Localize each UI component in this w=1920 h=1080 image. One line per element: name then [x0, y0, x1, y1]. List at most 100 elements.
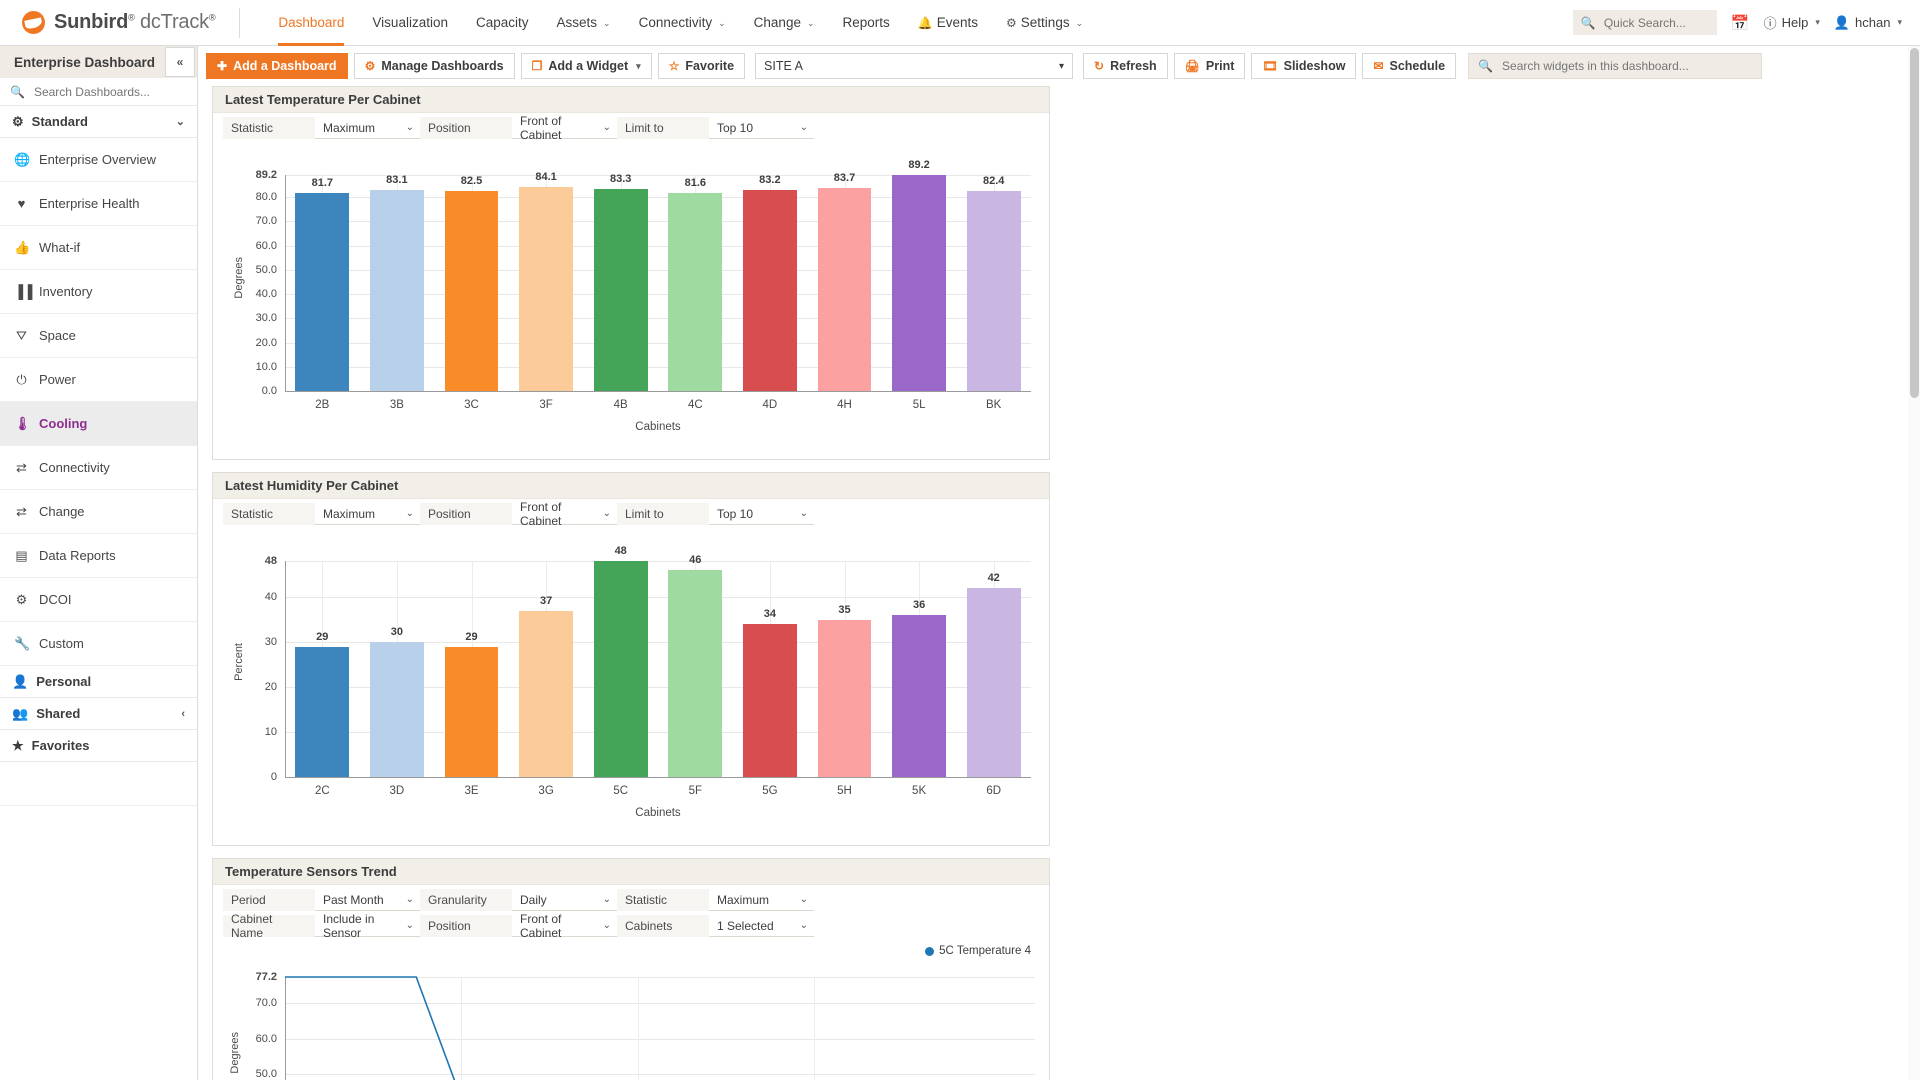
sidebar-group-shared[interactable]: 👥 Shared ‹ [0, 698, 197, 730]
x-axis-tick: 3B [389, 399, 404, 411]
heartbeat-icon: ♥ [17, 196, 26, 211]
filter-label-cabinets: Cabinets [617, 915, 709, 937]
nav-item-dashboard[interactable]: Dashboard [264, 0, 358, 46]
filter-select-limit-to[interactable]: Top 10 ⌄ [709, 117, 814, 139]
bar-5g[interactable] [743, 624, 797, 777]
bar-value-label: 84.1 [535, 171, 557, 184]
scrollbar-thumb[interactable] [1910, 48, 1919, 398]
brand-separator [239, 7, 241, 38]
sidebar-collapse-button[interactable]: « [165, 47, 195, 77]
chart-latest-temperature-per-cabinet[interactable]: Degrees 89.2 80.0 70.0 60.0 50.0 40.0 30.0 20.0 1… [213, 145, 1049, 459]
sidebar-item-cooling[interactable]: 🌡 Cooling [0, 402, 197, 446]
favorite-button[interactable]: ☆ Favorite [657, 53, 746, 79]
add-widget-button[interactable]: ❐ Add a Widget ▾ [520, 53, 652, 79]
nav-item-settings[interactable]: ⚙ Settings ⌄ [992, 0, 1097, 46]
sidebar-item-power[interactable]: ⏻ Power [0, 358, 197, 402]
bar-3d[interactable] [370, 642, 424, 777]
search-dashboards-input[interactable] [31, 83, 172, 100]
bar-bk[interactable] [966, 191, 1021, 391]
vertical-scrollbar[interactable] [1908, 46, 1920, 1080]
sidebar-group-favorites[interactable]: ★ Favorites [0, 730, 197, 762]
help-menu[interactable]: ⓘ Help ▾ [1764, 13, 1820, 32]
bar-5f[interactable] [668, 570, 723, 777]
chart-temperature-sensors-trend[interactable]: 5C Temperature 4Degrees77.270.060.050.04… [213, 943, 1049, 1080]
sidebar-group-personal[interactable]: 👤 Personal [0, 666, 197, 698]
sidebar-item-what-if[interactable]: 👍 What-if [0, 226, 197, 270]
bar-5k[interactable] [892, 615, 946, 777]
sidebar-search-box[interactable]: 🔍 [0, 78, 197, 106]
filter-select-position[interactable]: Front of Cabinet ⌄ [512, 500, 617, 528]
slideshow-button[interactable]: 🎞 Slideshow [1251, 53, 1357, 79]
sidebar-item-label: Cooling [39, 416, 88, 431]
filter-select-cabinet-name[interactable]: Include in Sensor ⌄ [315, 912, 420, 940]
bar-4b[interactable] [593, 189, 648, 391]
nav-item-label: Reports [842, 14, 890, 30]
y-axis-tick: 10 [264, 726, 277, 738]
print-button[interactable]: 🖨 Print [1173, 53, 1246, 79]
bar-3e[interactable] [444, 646, 499, 777]
sidebar-item-space[interactable]: ⛛ Space [0, 314, 197, 358]
filter-select-statistic[interactable]: Maximum ⌄ [315, 503, 420, 525]
quick-search-input[interactable] [1601, 14, 1712, 31]
bar-4d[interactable] [743, 189, 797, 391]
filter-select-limit-to[interactable]: Top 10 ⌄ [709, 503, 814, 525]
nav-item-assets[interactable]: Assets ⌄ [543, 0, 625, 46]
sidebar-item-custom[interactable]: 🔧 Custom [0, 622, 197, 666]
bar-5c[interactable] [593, 561, 648, 777]
x-axis-tick: 3F [539, 399, 553, 411]
sidebar-item-connectivity[interactable]: ⇄ Connectivity [0, 446, 197, 490]
refresh-button[interactable]: ↻ Refresh [1083, 53, 1168, 79]
bar-5l[interactable] [892, 175, 946, 391]
bar-3g[interactable] [519, 610, 573, 777]
brand-logo[interactable]: Sunbird® dcTrack® [0, 11, 235, 34]
filter-select-position[interactable]: Front of Cabinet ⌄ [512, 114, 617, 142]
bar-6d[interactable] [966, 588, 1021, 777]
bar-4h[interactable] [817, 188, 872, 391]
filter-select-statistic[interactable]: Maximum ⌄ [315, 117, 420, 139]
filter-select-statistic[interactable]: Maximum ⌄ [709, 889, 814, 911]
sidebar-group-standard[interactable]: ⚙ Standard ⌄ [0, 106, 197, 138]
sidebar-item-inventory[interactable]: ▐▐ Inventory [0, 270, 197, 314]
nav-item-visualization[interactable]: Visualization [358, 0, 462, 46]
chart-latest-humidity-per-cabinet[interactable]: Percent 48 40 30 20 10 0 29 2C 30 3D 29 3E 37 3G 48 5C 46… [213, 531, 1049, 845]
nav-item-change[interactable]: Change ⌄ [740, 0, 829, 46]
add-dashboard-button[interactable]: ✚ Add a Dashboard [206, 53, 348, 79]
barcode-icon: ▐▐ [14, 284, 33, 299]
bar-2c[interactable] [295, 646, 350, 777]
bar-4c[interactable] [668, 193, 723, 391]
sidebar-item-enterprise-overview[interactable]: 🌐 Enterprise Overview [0, 138, 197, 182]
nav-item-capacity[interactable]: Capacity [462, 0, 543, 46]
nav-item-connectivity[interactable]: Connectivity ⌄ [625, 0, 740, 46]
sidebar-item-label: Enterprise Overview [39, 152, 157, 167]
calendar-icon[interactable]: 📅 [1731, 14, 1750, 32]
sidebar-item-data-reports[interactable]: ▤ Data Reports [0, 534, 197, 578]
user-menu[interactable]: 👤 hchan ▾ [1834, 15, 1902, 31]
filter-row: Statistic Maximum ⌄ Position Front of Cabine… [223, 114, 1039, 142]
widget-search-box[interactable]: 🔍 [1468, 53, 1763, 79]
filter-select-cabinets[interactable]: 1 Selected ⌄ [709, 915, 814, 937]
bar-3b[interactable] [370, 189, 424, 391]
quick-search-box[interactable]: 🔍 [1572, 10, 1717, 35]
widget-search-input[interactable] [1500, 58, 1751, 74]
sidebar-item-change[interactable]: ⇄ Change [0, 490, 197, 534]
gridline [285, 1038, 1035, 1040]
bar-3c[interactable] [444, 191, 499, 391]
chevron-down-icon: ⌄ [806, 17, 815, 28]
bar-5h[interactable] [817, 619, 872, 777]
nav-item-events[interactable]: 🔔 Events [904, 0, 992, 46]
gridline [285, 977, 1035, 978]
schedule-button[interactable]: ✉ Schedule [1362, 53, 1457, 79]
filter-select-position[interactable]: Front of Cabinet ⌄ [512, 912, 617, 940]
filter-label-cabinet-name: Cabinet Name [223, 912, 315, 940]
site-select[interactable]: SITE A ▾ [755, 53, 1074, 79]
sidebar-item-enterprise-health[interactable]: ♥ Enterprise Health [0, 182, 197, 226]
manage-dashboards-button[interactable]: ⚙ Manage Dashboards [353, 53, 515, 79]
filter-select-period[interactable]: Past Month ⌄ [315, 889, 420, 911]
sidebar-item-dcoi[interactable]: ⚙ DCOI [0, 578, 197, 622]
legend-item-5c-temperature-4[interactable]: 5C Temperature 4 [925, 945, 1031, 957]
bar-2b[interactable] [295, 193, 350, 391]
nav-item-reports[interactable]: Reports [829, 0, 904, 46]
filter-select-granularity[interactable]: Daily ⌄ [512, 889, 617, 911]
bar-3f[interactable] [519, 187, 573, 391]
plus-icon: ✚ [217, 59, 228, 73]
